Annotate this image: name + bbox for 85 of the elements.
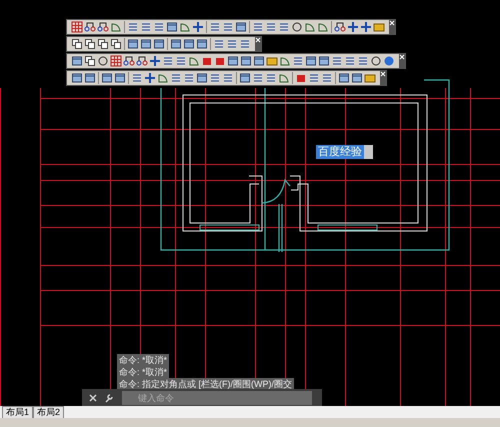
- boundary-corner-line: [424, 79, 450, 88]
- window-icon[interactable]: [240, 55, 252, 67]
- window-icon[interactable]: [253, 55, 265, 67]
- stacked-pages-icon[interactable]: [97, 38, 109, 50]
- window-icon[interactable]: [196, 38, 208, 50]
- lines-icon[interactable]: [344, 55, 356, 67]
- circle-icon[interactable]: [370, 55, 382, 67]
- arc-icon[interactable]: [110, 21, 122, 33]
- close-icon[interactable]: [399, 54, 405, 68]
- grid-icon[interactable]: [71, 21, 83, 33]
- window-icon[interactable]: [338, 72, 350, 84]
- arc-icon[interactable]: [279, 55, 291, 67]
- close-icon[interactable]: [88, 393, 98, 403]
- lines-icon[interactable]: [222, 21, 234, 33]
- lines-icon[interactable]: [357, 55, 369, 67]
- stacked-pages-icon[interactable]: [110, 38, 122, 50]
- stacked-pages-icon[interactable]: [71, 38, 83, 50]
- window-icon[interactable]: [170, 38, 182, 50]
- window-icon[interactable]: [101, 72, 113, 84]
- close-icon[interactable]: [255, 36, 261, 52]
- window-icon[interactable]: [71, 55, 83, 67]
- circle-icon[interactable]: [291, 21, 303, 33]
- arc-icon[interactable]: [278, 72, 290, 84]
- window-icon[interactable]: [114, 72, 126, 84]
- nodes-icon[interactable]: [97, 21, 109, 33]
- arc-icon[interactable]: [304, 21, 316, 33]
- window-icon[interactable]: [239, 72, 251, 84]
- window-icon[interactable]: [351, 72, 363, 84]
- lines-icon[interactable]: [213, 38, 225, 50]
- close-icon[interactable]: [380, 70, 386, 86]
- lines-icon[interactable]: [153, 21, 165, 33]
- lines-icon[interactable]: [331, 55, 343, 67]
- lines-icon[interactable]: [127, 21, 139, 33]
- layout-tab[interactable]: 布局2: [33, 406, 64, 418]
- block-icon[interactable]: [201, 55, 213, 67]
- stacked-pages-icon[interactable]: [84, 55, 96, 67]
- drawing-text[interactable]: 百度经验: [316, 144, 364, 158]
- lines-icon[interactable]: [162, 55, 174, 67]
- layout-tab[interactable]: 布局1: [2, 406, 34, 418]
- lines-icon[interactable]: [209, 72, 221, 84]
- arc-icon[interactable]: [188, 55, 200, 67]
- window-icon[interactable]: [127, 38, 139, 50]
- wrench-icon[interactable]: [104, 393, 114, 403]
- lines-icon[interactable]: [183, 72, 195, 84]
- lines-icon[interactable]: [140, 21, 152, 33]
- window-icon[interactable]: [84, 72, 96, 84]
- window-icon[interactable]: [166, 21, 178, 33]
- lines-icon[interactable]: [265, 72, 277, 84]
- command-input-field[interactable]: 键入命令: [122, 391, 312, 405]
- stacked-pages-icon[interactable]: [84, 38, 96, 50]
- grid-icon[interactable]: [110, 55, 122, 67]
- arc-icon[interactable]: [317, 21, 329, 33]
- lines-icon[interactable]: [321, 72, 333, 84]
- nodes-icon[interactable]: [136, 55, 148, 67]
- lines-icon[interactable]: [292, 55, 304, 67]
- lines-icon[interactable]: [239, 38, 251, 50]
- arc-icon[interactable]: [179, 21, 191, 33]
- lines-icon[interactable]: [265, 21, 277, 33]
- circle-icon[interactable]: [97, 55, 109, 67]
- lines-icon[interactable]: [308, 72, 320, 84]
- window-icon[interactable]: [153, 38, 165, 50]
- lines-icon[interactable]: [226, 38, 238, 50]
- window-icon[interactable]: [140, 38, 152, 50]
- close-icon[interactable]: [389, 20, 395, 34]
- lines-icon[interactable]: [131, 72, 143, 84]
- lines-icon[interactable]: [175, 55, 187, 67]
- block-icon[interactable]: [214, 55, 226, 67]
- block-icon[interactable]: [295, 72, 307, 84]
- lines-icon[interactable]: [278, 21, 290, 33]
- window-icon[interactable]: [71, 72, 83, 84]
- arc-icon[interactable]: [157, 72, 169, 84]
- window-icon[interactable]: [235, 21, 247, 33]
- lines-icon[interactable]: [209, 21, 221, 33]
- window-icon[interactable]: [305, 55, 317, 67]
- window-icon[interactable]: [183, 38, 195, 50]
- window-icon[interactable]: [318, 55, 330, 67]
- lines-icon[interactable]: [222, 72, 234, 84]
- lines-icon[interactable]: [252, 72, 264, 84]
- lines-icon[interactable]: [170, 72, 182, 84]
- lines-icon[interactable]: [252, 21, 264, 33]
- window-icon[interactable]: [196, 72, 208, 84]
- window-icon[interactable]: [227, 55, 239, 67]
- nodes-icon[interactable]: [123, 55, 135, 67]
- nodes-icon[interactable]: [334, 21, 346, 33]
- nodes-icon[interactable]: [84, 21, 96, 33]
